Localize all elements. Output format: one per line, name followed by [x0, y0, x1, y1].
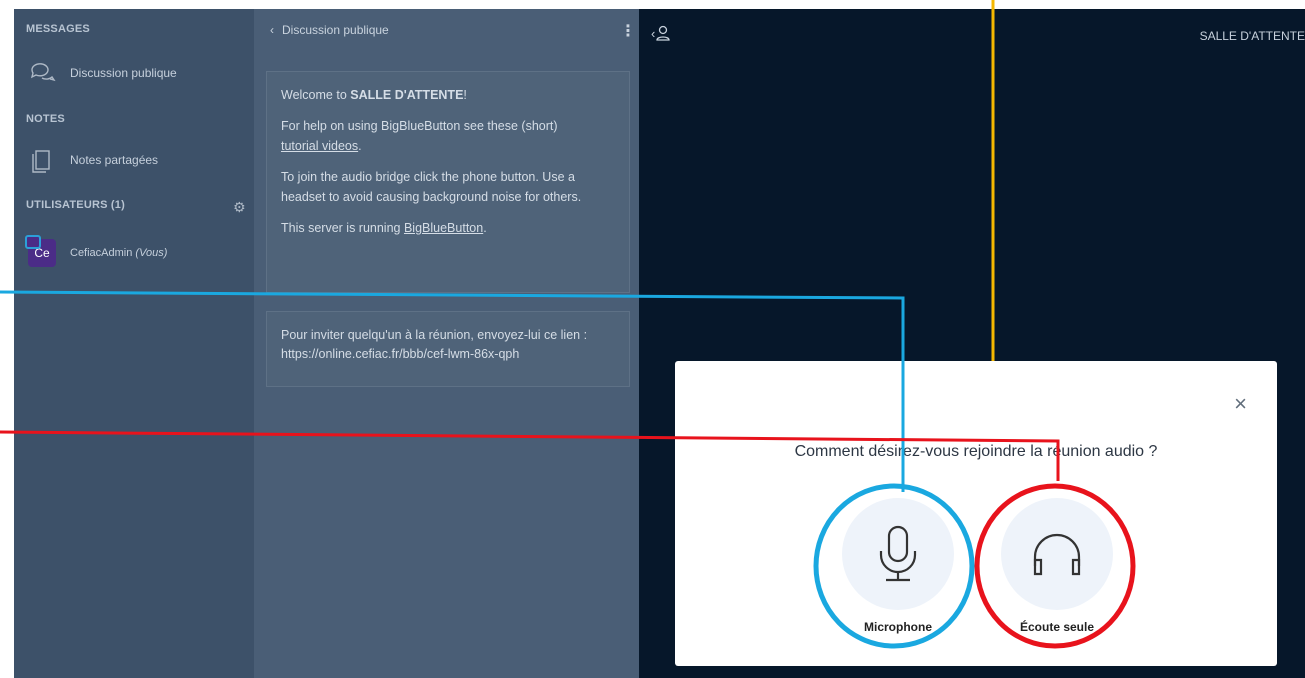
audio-help-text: To join the audio bridge click the phone… [281, 170, 582, 204]
audio-question: Comment désirez-vous rejoindre la réunio… [794, 443, 1158, 460]
welcome-suffix: ! [463, 88, 467, 102]
public-chat-label: Discussion publique [70, 66, 177, 80]
invite-link[interactable]: https://online.cefiac.fr/bbb/cef-lwm-86x… [281, 347, 519, 361]
users-section-title: UTILISATEURS (1) [26, 199, 125, 211]
invite-message: Pour inviter quelqu'un à la réunion, env… [266, 311, 630, 387]
notes-section-title: NOTES [26, 113, 65, 125]
avatar: Ce [25, 235, 56, 267]
microphone-label: Microphone [864, 620, 932, 634]
user-list-item[interactable]: Ce CefiacAdmin (Vous) [25, 235, 167, 267]
user-list-sidebar: MESSAGES Discussion publique NOTES Notes… [14, 9, 254, 678]
help-text: For help on using BigBlueButton see thes… [281, 119, 558, 134]
shared-notes-label: Notes partagées [70, 153, 159, 167]
server-text: This server is running [281, 220, 404, 235]
shared-notes-item[interactable]: Notes partagées [28, 146, 158, 174]
close-icon[interactable]: × [1234, 391, 1247, 417]
listen-only-button[interactable]: Écoute seule [997, 498, 1117, 634]
welcome-message: Welcome to SALLE D'ATTENTE! For help on … [266, 71, 630, 293]
chat-panel: ‹ Discussion publique ⋮ Welcome to SALLE… [254, 9, 639, 678]
bigbluebutton-link[interactable]: BigBlueButton [404, 221, 483, 235]
meeting-title: SALLE D'ATTENTE [1199, 29, 1305, 43]
user-name: CefiacAdmin [70, 247, 133, 259]
chat-header[interactable]: ‹ Discussion publique [270, 23, 389, 37]
microphone-circle[interactable] [842, 498, 954, 610]
welcome-room: SALLE D'ATTENTE [350, 88, 464, 102]
listen-only-circle[interactable] [1001, 498, 1113, 610]
chat-header-title: Discussion publique [282, 23, 389, 37]
server-end: . [483, 220, 487, 235]
help-line: For help on using BigBlueButton see thes… [281, 117, 615, 156]
headphones-icon [1033, 533, 1081, 576]
user-icon [656, 25, 670, 41]
user-you-suffix: (Vous) [135, 247, 168, 259]
user-name-wrap: CefiacAdmin (Vous) [70, 247, 167, 259]
public-chat-item[interactable]: Discussion publique [28, 59, 177, 87]
listen-only-label: Écoute seule [1019, 620, 1095, 634]
tutorial-link[interactable]: tutorial videos [281, 139, 358, 153]
invite-text: Pour inviter quelqu'un à la réunion, env… [281, 328, 588, 342]
chat-bubbles-icon [28, 59, 56, 87]
toggle-userlist-button[interactable]: ‹ [651, 25, 671, 41]
audio-join-modal: × Comment désirez-vous rejoindre la réun… [675, 361, 1277, 666]
microphone-icon [879, 525, 917, 582]
microphone-button[interactable]: Microphone [838, 498, 958, 634]
welcome-line: Welcome to SALLE D'ATTENTE! [281, 86, 615, 105]
help-end: . [358, 138, 362, 153]
welcome-prefix: Welcome to [281, 88, 351, 102]
notes-icon [28, 146, 56, 174]
messages-section-title: MESSAGES [26, 23, 90, 35]
gear-icon[interactable]: ⚙ [233, 199, 246, 216]
server-line: This server is running BigBlueButton. [281, 219, 615, 238]
more-options-icon[interactable]: ⋮ [620, 21, 636, 41]
chevron-left-icon: ‹ [270, 23, 274, 37]
moderator-badge-icon [25, 235, 41, 249]
